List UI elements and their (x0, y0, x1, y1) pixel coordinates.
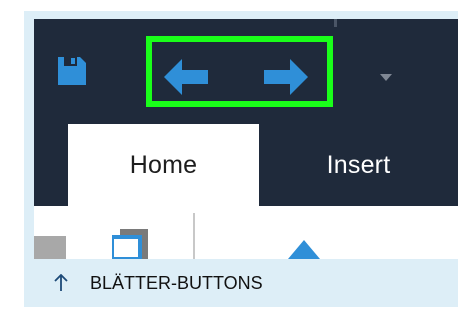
tab-home[interactable]: Home (68, 124, 259, 206)
screenshot-card: Home Insert BLÄTTER-BUTTONS (24, 11, 458, 307)
title-bar (34, 19, 458, 124)
ribbon-tabs: Home Insert (34, 124, 458, 206)
caption-bar: BLÄTTER-BUTTONS (24, 259, 458, 307)
arrow-up-icon (54, 274, 68, 291)
ribbon-tool-icon[interactable] (34, 236, 66, 259)
tab-insert[interactable]: Insert (259, 124, 458, 206)
tab-insert-label: Insert (326, 150, 391, 179)
copy-icon[interactable] (112, 229, 148, 259)
navigation-buttons-highlight (146, 36, 333, 107)
office-app-window: Home Insert (34, 19, 458, 259)
tab-home-label: Home (129, 150, 198, 179)
ribbon-separator (193, 213, 195, 259)
customize-toolbar-dropdown-icon[interactable] (380, 74, 392, 82)
title-bar-divider (334, 19, 337, 27)
save-icon[interactable] (58, 57, 86, 85)
ribbon-content (34, 206, 458, 259)
shape-icon[interactable] (288, 240, 320, 259)
caption-text: BLÄTTER-BUTTONS (90, 272, 263, 293)
